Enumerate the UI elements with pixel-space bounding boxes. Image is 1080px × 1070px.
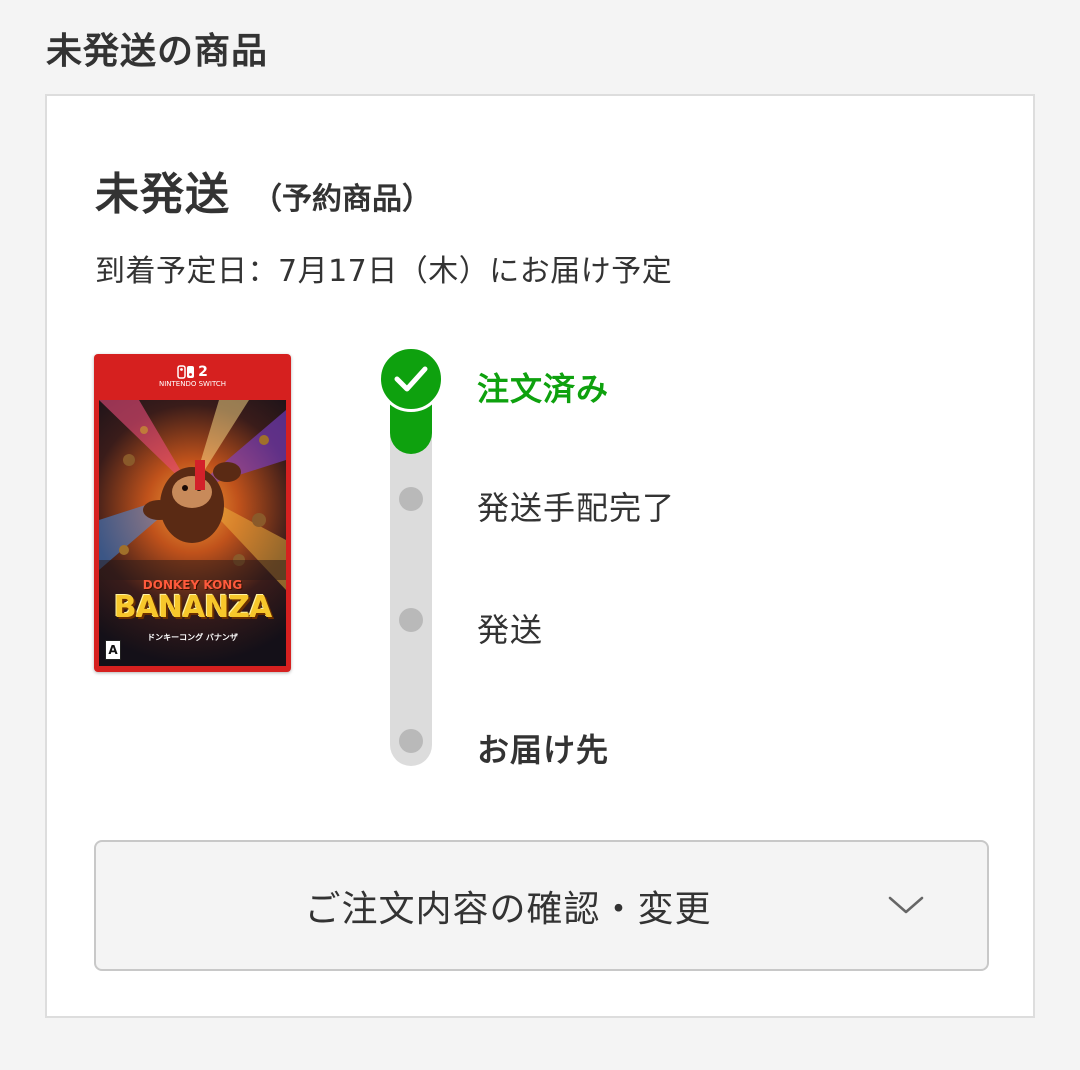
box-art-illustration <box>99 400 286 590</box>
platform-sub-label: NINTENDO SWITCH <box>158 380 227 388</box>
order-status: 未発送 （予約商品） <box>95 158 432 222</box>
progress-track <box>390 366 432 766</box>
step-dot-icon <box>399 487 423 511</box>
step-label-shipping-arranged: 発送手配完了 <box>477 489 676 527</box>
platform-logo: 2 NINTENDO SWITCH <box>94 354 291 398</box>
step-label-ordered: 注文済み <box>477 370 610 408</box>
order-confirm-change-button[interactable]: ご注文内容の確認・変更 <box>94 840 989 971</box>
chevron-down-icon <box>888 896 924 914</box>
switch-icon <box>177 365 195 379</box>
step-dot-icon <box>399 608 423 632</box>
status-subtitle: （予約商品） <box>252 182 432 217</box>
box-art: DONKEY KONG BANANZA ドンキーコング バナンザ A <box>99 400 286 666</box>
status-title: 未発送 <box>95 169 230 220</box>
age-rating-badge: A <box>105 640 121 660</box>
product-title-line2: BANANZA <box>113 590 273 625</box>
order-card: 未発送 （予約商品） 到着予定日：7月17日（木）にお届け予定 2 NINTEN… <box>45 94 1035 1018</box>
platform-label: 2 <box>177 364 208 380</box>
step-label-shipped: 発送 <box>477 611 544 649</box>
step-label-delivery-destination: お届け先 <box>477 731 610 769</box>
delivery-date: 到着予定日：7月17日（木）にお届け予定 <box>95 254 673 289</box>
step-complete-check-icon <box>378 346 444 412</box>
step-dot-icon <box>399 729 423 753</box>
product-title-kana: ドンキーコング バナンザ <box>147 633 238 642</box>
order-confirm-change-label: ご注文内容の確認・変更 <box>304 888 712 930</box>
section-title: 未発送の商品 <box>46 31 269 72</box>
product-image[interactable]: 2 NINTENDO SWITCH DONKEY KONG BANANZA ドン… <box>94 354 291 672</box>
